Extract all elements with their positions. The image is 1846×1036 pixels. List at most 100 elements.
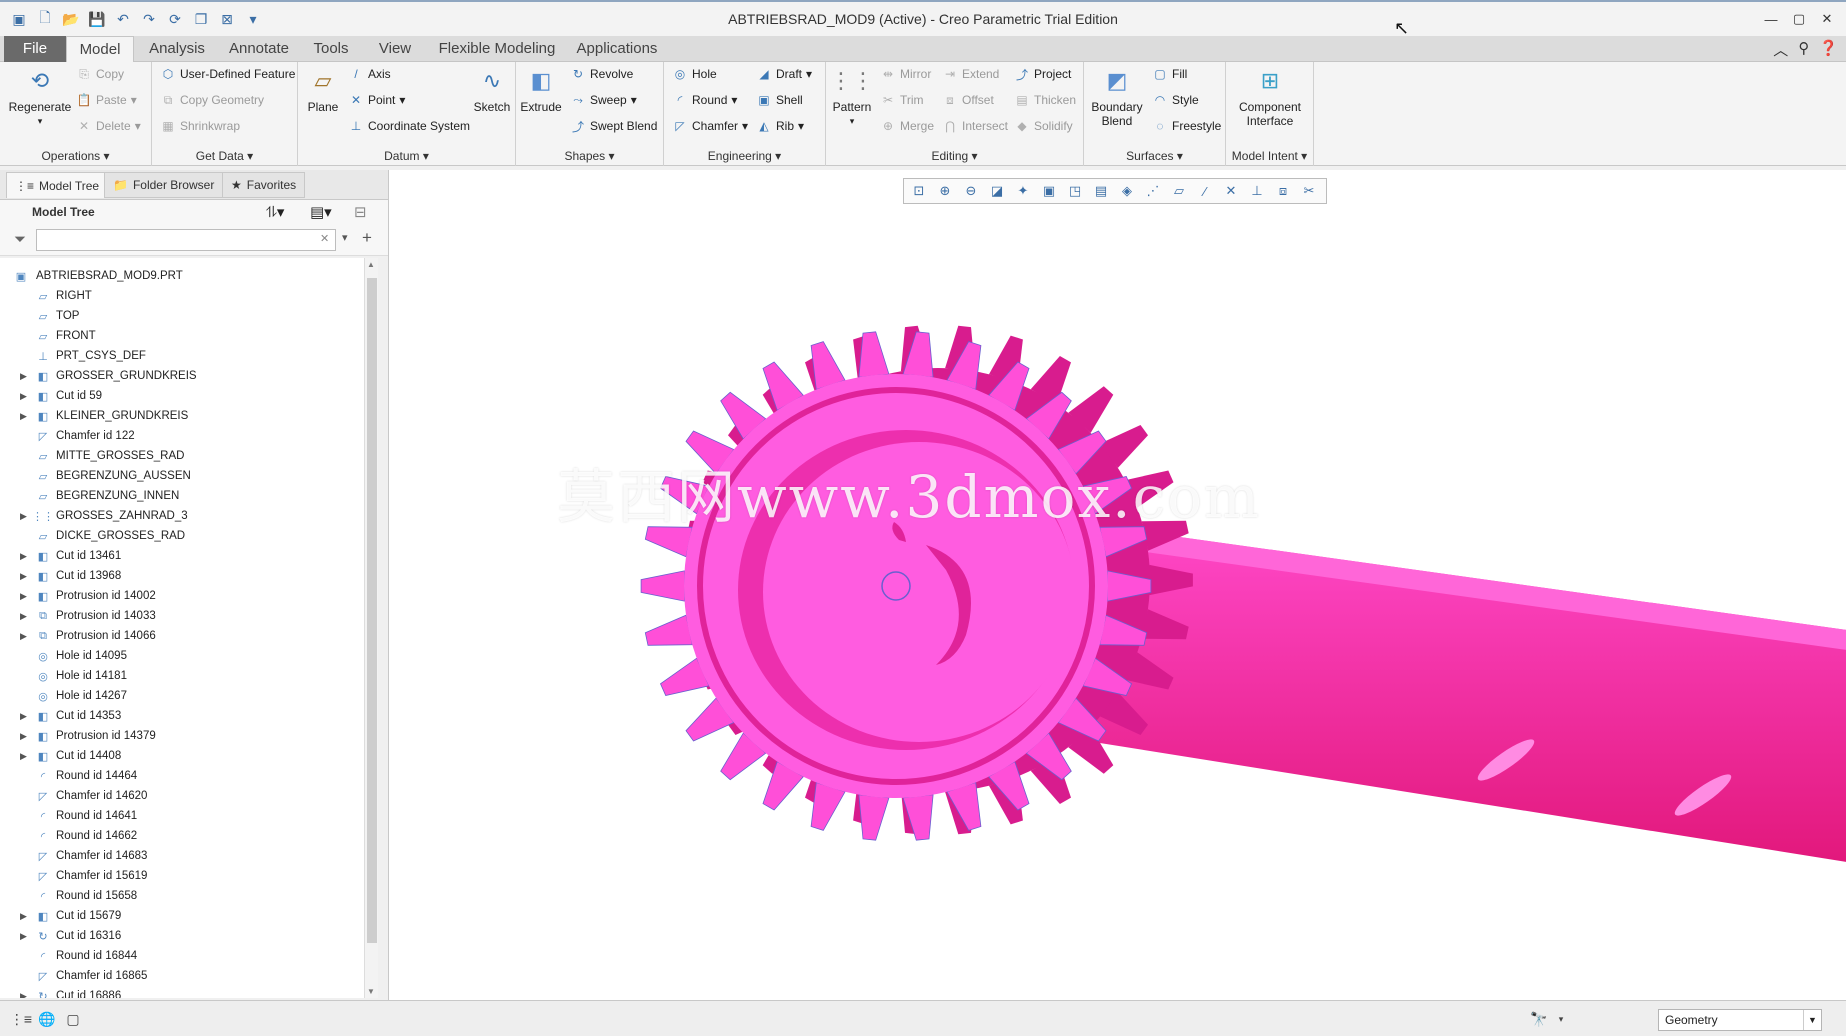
expand-arrow-icon[interactable]: ▶ — [20, 991, 27, 999]
graphics-window[interactable]: 莫西网www.3dmox.com ⊡ ⊕ ⊖ ◪ ✦ ▣ ◳ ▤ ◈ ⋰ ▱ ⁄… — [388, 170, 1846, 1000]
tab-flexible-modeling[interactable]: Flexible Modeling — [432, 36, 562, 62]
full-screen-icon[interactable]: ▢ — [64, 1010, 82, 1028]
tree-item[interactable]: ◜ Round id 15658 — [0, 886, 370, 906]
axis-display-icon[interactable]: ⁄ — [1194, 181, 1216, 201]
tree-item[interactable]: ▶ ⧉ Protrusion id 14066 — [0, 626, 370, 646]
tree-item[interactable]: ▱ DICKE_GROSSES_RAD — [0, 526, 370, 546]
tab-annotate[interactable]: Annotate — [220, 36, 298, 62]
chamfer-button[interactable]: ◸ Chamfer ▾ — [672, 116, 748, 136]
group-label-surfaces[interactable]: Surfaces ▾ — [1084, 149, 1225, 163]
user-defined-feature-button[interactable]: ⬡ User-Defined Feature — [160, 64, 296, 84]
expand-arrow-icon[interactable]: ▶ — [20, 371, 27, 382]
navigator-toggle-icon[interactable]: ⋮≡ — [10, 1010, 32, 1028]
expand-arrow-icon[interactable]: ▶ — [20, 731, 27, 742]
tree-scroll-thumb[interactable] — [367, 278, 377, 943]
scroll-up-icon[interactable]: ▲ — [367, 260, 375, 269]
extend-button[interactable]: ⇥ Extend — [942, 64, 999, 84]
tree-item[interactable]: ▱ FRONT — [0, 326, 370, 346]
style-button[interactable]: ◠ Style — [1152, 90, 1199, 110]
perspective-icon[interactable]: ◈ — [1116, 181, 1138, 201]
tab-file[interactable]: File — [4, 36, 66, 62]
find-icon[interactable]: 🔭 — [1530, 1010, 1548, 1028]
expand-arrow-icon[interactable]: ▶ — [20, 511, 27, 522]
tree-item[interactable]: ▶ ◧ Protrusion id 14002 — [0, 586, 370, 606]
round-button[interactable]: ◜ Round ▾ — [672, 90, 738, 110]
axis-button[interactable]: / Axis — [348, 64, 390, 84]
tree-item[interactable]: ◎ Hole id 14267 — [0, 686, 370, 706]
fill-button[interactable]: ▢ Fill — [1152, 64, 1187, 84]
extrude-button[interactable]: ◧ Extrude — [520, 66, 562, 115]
expand-arrow-icon[interactable]: ▶ — [20, 911, 27, 922]
refit-icon[interactable]: ⊡ — [908, 181, 930, 201]
swept-blend-button[interactable]: ⤴ Swept Blend — [570, 116, 657, 136]
regenerate-button[interactable]: ⟲ Regenerate ▾ — [8, 66, 72, 128]
tree-item[interactable]: ◸ Chamfer id 122 — [0, 426, 370, 446]
tree-item[interactable]: ▱ BEGRENZUNG_INNEN — [0, 486, 370, 506]
plane-button[interactable]: ▱ Plane — [302, 66, 344, 115]
tree-item[interactable]: ◜ Round id 14662 — [0, 826, 370, 846]
tree-item[interactable]: ◎ Hole id 14181 — [0, 666, 370, 686]
expand-arrow-icon[interactable]: ▶ — [20, 751, 27, 762]
freestyle-button[interactable]: ◌ Freestyle — [1152, 116, 1221, 136]
group-label-editing[interactable]: Editing ▾ — [826, 149, 1083, 163]
group-label-datum[interactable]: Datum ▾ — [298, 149, 515, 163]
tree-item[interactable]: ◜ Round id 16844 — [0, 946, 370, 966]
tree-item[interactable]: ◎ Hole id 14095 — [0, 646, 370, 666]
view-manager-icon[interactable]: ▤ — [1090, 181, 1112, 201]
sketch-button[interactable]: ∿ Sketch — [470, 66, 514, 115]
expand-arrow-icon[interactable]: ▶ — [20, 551, 27, 562]
tree-item[interactable]: ▣ ABTRIEBSRAD_MOD9.PRT — [0, 266, 370, 286]
tree-item[interactable]: ▱ MITTE_GROSSES_RAD — [0, 446, 370, 466]
tree-item[interactable]: ▶ ◧ KLEINER_GRUNDKREIS — [0, 406, 370, 426]
help-icon[interactable]: ❓ — [1819, 39, 1838, 60]
copy-button[interactable]: ⎘ Copy — [76, 64, 124, 84]
expand-arrow-icon[interactable]: ▶ — [20, 931, 27, 942]
hole-button[interactable]: ◎ Hole — [672, 64, 717, 84]
tab-tools[interactable]: Tools — [304, 36, 358, 62]
tree-search-input[interactable] — [36, 229, 336, 251]
filter-icon[interactable]: ⏷ — [14, 231, 26, 248]
group-label-get-data[interactable]: Get Data ▾ — [152, 149, 297, 163]
plane-display-icon[interactable]: ▱ — [1168, 181, 1190, 201]
search-icon[interactable]: ⚲ — [1798, 39, 1809, 60]
selection-filter[interactable]: Geometry ▼ — [1658, 1009, 1822, 1031]
tree-item[interactable]: ▱ BEGRENZUNG_AUSSEN — [0, 466, 370, 486]
tree-settings-icon[interactable]: ⥮▾ — [266, 203, 284, 221]
delete-button[interactable]: ✕ Delete ▾ — [76, 116, 141, 136]
intersect-button[interactable]: ⋂ Intersect — [942, 116, 1008, 136]
tree-item[interactable]: ◸ Chamfer id 16865 — [0, 966, 370, 986]
display-style-icon[interactable]: ▣ — [1038, 181, 1060, 201]
tree-display-icon[interactable]: ⊟ — [354, 203, 367, 221]
tree-item[interactable]: ▶ ◧ Cut id 59 — [0, 386, 370, 406]
tree-item[interactable]: ▶ ◧ Cut id 14408 — [0, 746, 370, 766]
copy-geometry-button[interactable]: ⧉ Copy Geometry — [160, 90, 264, 110]
spin-icon[interactable]: ✂ — [1298, 181, 1320, 201]
tree-item[interactable]: ▶ ⧉ Protrusion id 14033 — [0, 606, 370, 626]
draft-button[interactable]: ◢ Draft ▾ — [756, 64, 812, 84]
tree-item[interactable]: ▱ TOP — [0, 306, 370, 326]
sweep-button[interactable]: ⤳ Sweep ▾ — [570, 90, 637, 110]
tree-item[interactable]: ◜ Round id 14464 — [0, 766, 370, 786]
shrinkwrap-button[interactable]: ▦ Shrinkwrap — [160, 116, 240, 136]
tree-item[interactable]: ▶ ◧ GROSSER_GRUNDKREIS — [0, 366, 370, 386]
find-dropdown-icon[interactable]: ▾ — [1552, 1010, 1570, 1028]
tree-item[interactable]: ◸ Chamfer id 15619 — [0, 866, 370, 886]
tab-applications[interactable]: Applications — [568, 36, 666, 62]
rib-button[interactable]: ◭ Rib ▾ — [756, 116, 804, 136]
add-filter-icon[interactable]: + — [362, 228, 372, 248]
revolve-button[interactable]: ↻ Revolve — [570, 64, 633, 84]
search-dropdown-icon[interactable]: ▾ — [342, 231, 348, 244]
boundary-blend-button[interactable]: ◩ Boundary Blend — [1088, 66, 1146, 129]
tree-columns-icon[interactable]: ▤▾ — [310, 203, 332, 221]
tab-favorites[interactable]: ★ Favorites — [222, 172, 306, 198]
tab-analysis[interactable]: Analysis — [140, 36, 214, 62]
scroll-down-icon[interactable]: ▼ — [367, 987, 375, 996]
tree-item[interactable]: ▶ ↻ Cut id 16316 — [0, 926, 370, 946]
coordinate-system-button[interactable]: ⊥ Coordinate System — [348, 116, 470, 136]
solidify-button[interactable]: ◆ Solidify — [1014, 116, 1072, 136]
expand-arrow-icon[interactable]: ▶ — [20, 611, 27, 622]
zoom-in-icon[interactable]: ⊕ — [934, 181, 956, 201]
expand-arrow-icon[interactable]: ▶ — [20, 711, 27, 722]
tree-item[interactable]: ▶ ↻ Cut id 16886 — [0, 986, 370, 998]
browser-toggle-icon[interactable]: 🌐 — [38, 1010, 56, 1028]
